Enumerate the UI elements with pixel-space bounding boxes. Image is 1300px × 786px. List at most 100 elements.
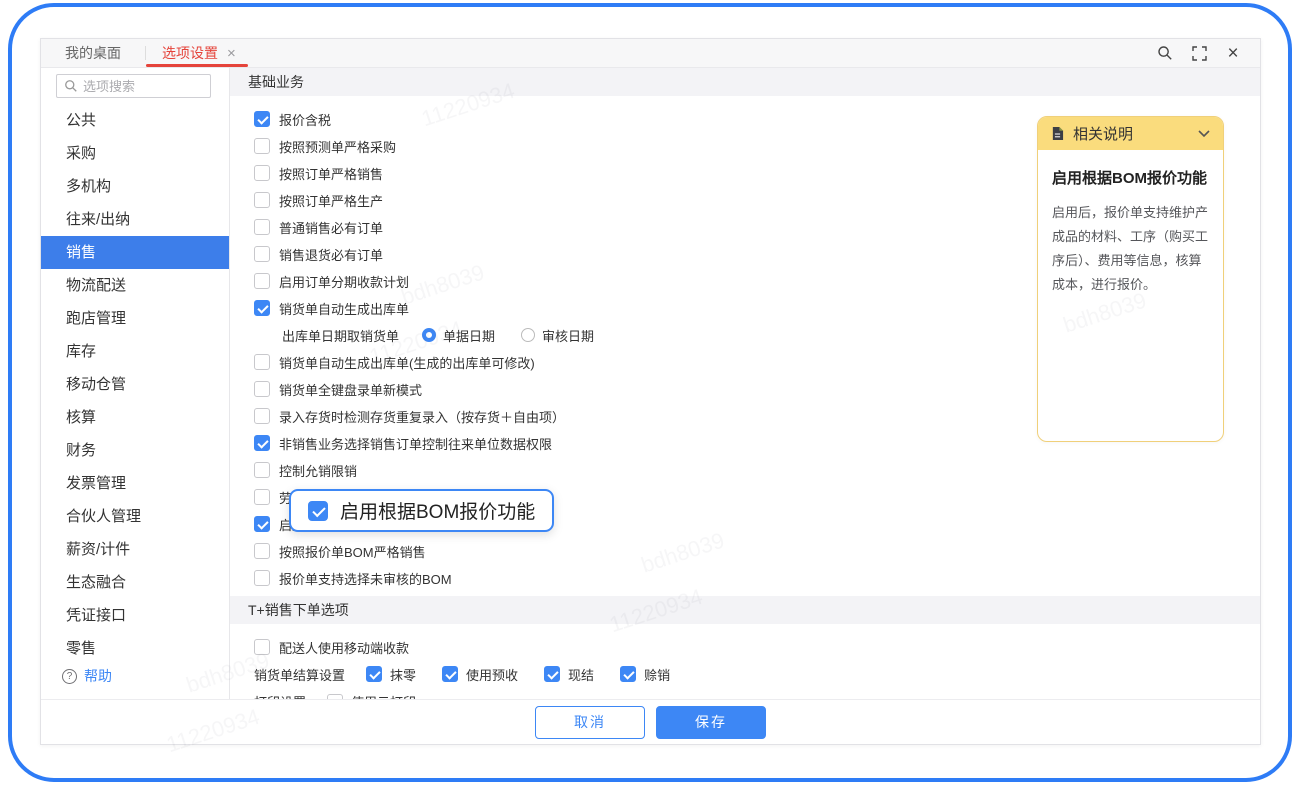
checkbox[interactable] <box>254 516 270 532</box>
fullscreen-icon[interactable] <box>1190 44 1208 62</box>
checkbox[interactable] <box>366 666 382 682</box>
radio-option[interactable]: 单据日期 <box>422 326 495 345</box>
sidebar-item-13[interactable]: 薪资/计件 <box>41 533 229 566</box>
checkbox-option[interactable]: 现结 <box>544 665 594 684</box>
option-row: 销货单结算设置 抹零 使用预收 现结 赊销 <box>254 665 1260 683</box>
checkbox[interactable] <box>254 246 270 262</box>
sidebar-search <box>56 74 211 98</box>
checkbox[interactable] <box>254 639 270 655</box>
option-label: 按照订单严格生产 <box>279 191 383 210</box>
sidebar-item-12[interactable]: 合伙人管理 <box>41 500 229 533</box>
tab-my-desktop-label: 我的桌面 <box>65 43 121 63</box>
checkbox[interactable] <box>544 666 560 682</box>
checkbox[interactable] <box>254 543 270 559</box>
tabbar-icon-group: × <box>1156 39 1260 67</box>
radio-button[interactable] <box>521 328 535 342</box>
sidebar-item-11[interactable]: 发票管理 <box>41 467 229 500</box>
sidebar-item-10[interactable]: 财务 <box>41 434 229 467</box>
search-icon[interactable] <box>1156 44 1174 62</box>
checkbox[interactable] <box>254 273 270 289</box>
option-label: 销货单自动生成出库单 <box>279 299 409 318</box>
bom-quote-callout-label: 启用根据BOM报价功能 <box>340 497 535 524</box>
related-info-header[interactable]: 相关说明 <box>1038 117 1223 150</box>
sidebar-item-15[interactable]: 凭证接口 <box>41 599 229 632</box>
checkbox[interactable] <box>254 489 270 505</box>
checkbox-option[interactable]: 赊销 <box>620 665 670 684</box>
sidebar-item-3[interactable]: 往来/出纳 <box>41 203 229 236</box>
related-info-panel: 相关说明 启用根据BOM报价功能 启用后，报价单支持维护产成品的材料、工序（购买… <box>1037 116 1224 442</box>
option-label: 销售退货必有订单 <box>279 245 383 264</box>
option-label: 普通销售必有订单 <box>279 218 383 237</box>
checkbox-label: 现结 <box>568 665 594 684</box>
radio-label: 单据日期 <box>443 326 495 345</box>
checkbox[interactable] <box>254 300 270 316</box>
radio-option[interactable]: 审核日期 <box>521 326 594 345</box>
option-label: 按照报价单BOM严格销售 <box>279 542 426 561</box>
tab-close-icon[interactable]: × <box>227 46 236 61</box>
tab-options-settings-label: 选项设置 <box>162 43 218 63</box>
checkbox-group: 使用云打印 <box>327 692 416 699</box>
checkbox[interactable] <box>254 111 270 127</box>
option-label: 非销售业务选择销售订单控制往来单位数据权限 <box>279 434 552 453</box>
app-window: 我的桌面 选项设置 × × <box>40 38 1261 745</box>
checkbox[interactable] <box>254 381 270 397</box>
footer-bar: 取消 保存 <box>41 699 1260 744</box>
sidebar-item-1[interactable]: 采购 <box>41 137 229 170</box>
options-content: 基础业务 报价含税按照预测单严格采购按照订单严格销售按照订单严格生产普通销售必有… <box>230 68 1260 699</box>
checkbox-label: 赊销 <box>644 665 670 684</box>
checkbox[interactable] <box>254 165 270 181</box>
checkbox-option[interactable]: 使用云打印 <box>327 692 416 699</box>
option-label: 报价单支持选择未审核的BOM <box>279 569 452 588</box>
save-button[interactable]: 保存 <box>656 706 766 739</box>
checkbox[interactable] <box>254 462 270 478</box>
sidebar-item-9[interactable]: 核算 <box>41 401 229 434</box>
checkbox[interactable] <box>254 138 270 154</box>
checkbox[interactable] <box>254 435 270 451</box>
bom-quote-zoom-callout[interactable]: 启用根据BOM报价功能 <box>289 489 554 532</box>
sidebar-item-0[interactable]: 公共 <box>41 104 229 137</box>
sidebar-item-6[interactable]: 跑店管理 <box>41 302 229 335</box>
radio-button[interactable] <box>422 328 436 342</box>
close-icon[interactable]: × <box>1224 44 1242 62</box>
checkbox[interactable] <box>254 570 270 586</box>
search-icon <box>64 79 78 93</box>
checkbox-label: 抹零 <box>390 665 416 684</box>
sidebar-item-16[interactable]: 零售 <box>41 632 229 665</box>
checkbox-group: 抹零 使用预收 现结 赊销 <box>366 665 670 684</box>
help-link[interactable]: ? 帮助 <box>62 666 112 686</box>
sidebar-item-7[interactable]: 库存 <box>41 335 229 368</box>
checkbox[interactable] <box>254 192 270 208</box>
checkbox[interactable] <box>442 666 458 682</box>
option-label: 按照订单严格销售 <box>279 164 383 183</box>
sidebar-item-4[interactable]: 销售 <box>41 236 229 269</box>
sidebar-item-8[interactable]: 移动仓管 <box>41 368 229 401</box>
option-label: 报价含税 <box>279 110 331 129</box>
group-label: 打印设置 <box>254 692 306 699</box>
option-label: 配送人使用移动端收款 <box>279 638 409 657</box>
tab-my-desktop[interactable]: 我的桌面 <box>41 39 145 67</box>
tab-options-settings[interactable]: 选项设置 × <box>146 39 248 67</box>
checkbox-option[interactable]: 使用预收 <box>442 665 518 684</box>
checkbox[interactable] <box>254 408 270 424</box>
radio-options: 单据日期 审核日期 <box>422 326 594 345</box>
sidebar-item-2[interactable]: 多机构 <box>41 170 229 203</box>
checkbox-label: 使用云打印 <box>351 692 416 699</box>
option-label: 销货单全键盘录单新模式 <box>279 380 422 399</box>
app-body: 公共采购多机构往来/出纳销售物流配送跑店管理库存移动仓管核算财务发票管理合伙人管… <box>41 68 1260 699</box>
help-label: 帮助 <box>84 666 112 686</box>
checkbox[interactable] <box>254 219 270 235</box>
cancel-button[interactable]: 取消 <box>535 706 645 739</box>
checkbox-bom-quote-callout[interactable] <box>308 501 328 521</box>
checkbox[interactable] <box>254 354 270 370</box>
checkbox-option[interactable]: 抹零 <box>366 665 416 684</box>
option-row: 打印设置 使用云打印 <box>254 692 1260 699</box>
sidebar-search-input[interactable] <box>83 79 203 94</box>
option-label: 录入存货时检测存货重复录入（按存货＋自由项） <box>279 407 565 426</box>
sidebar-item-5[interactable]: 物流配送 <box>41 269 229 302</box>
option-row: 配送人使用移动端收款 <box>254 638 1260 656</box>
chevron-down-icon[interactable] <box>1198 130 1210 138</box>
section-header-basic-business: 基础业务 <box>230 68 1260 96</box>
sidebar-item-14[interactable]: 生态融合 <box>41 566 229 599</box>
group-label: 销货单结算设置 <box>254 665 345 684</box>
checkbox[interactable] <box>620 666 636 682</box>
